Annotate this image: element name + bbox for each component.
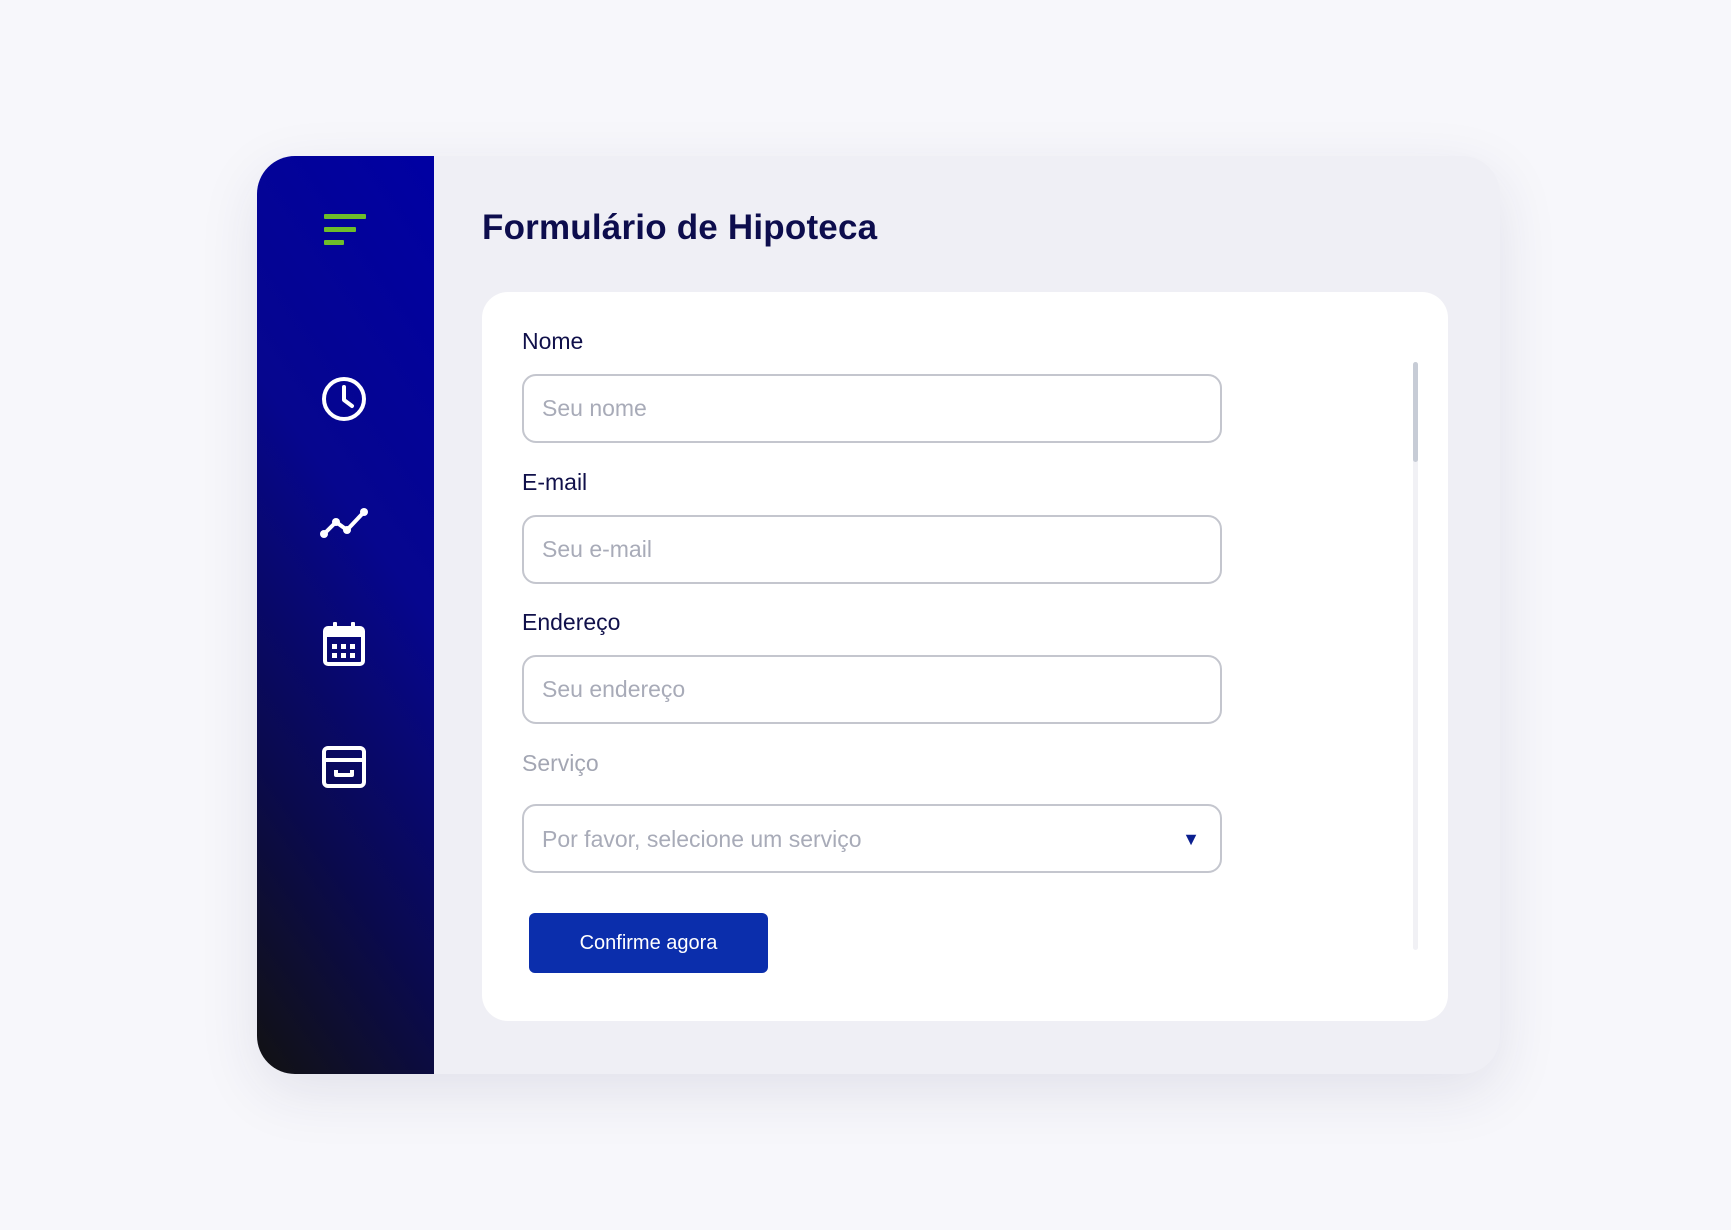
mortgage-form-card: Nome E-mail Endereço Serviço Por favor, … [482,292,1448,1021]
menu-icon[interactable] [324,212,368,248]
service-select-value: Por favor, selecione um serviço [542,826,862,852]
trend-line-icon[interactable] [319,496,369,546]
address-label: Endereço [522,609,621,635]
name-input[interactable] [522,374,1222,443]
calendar-icon[interactable] [319,620,369,670]
email-input[interactable] [522,515,1222,584]
address-input[interactable] [522,655,1222,724]
app-window: Formulário de Hipoteca Nome E-mail Ender… [257,156,1500,1074]
confirm-button[interactable]: Confirme agora [529,913,768,973]
page-title: Formulário de Hipoteca [482,208,878,247]
sidebar [257,156,434,1074]
email-label: E-mail [522,469,588,495]
archive-box-icon[interactable] [319,742,369,792]
scrollbar-thumb[interactable] [1413,362,1418,462]
name-label: Nome [522,328,584,354]
clock-icon[interactable] [319,374,369,424]
service-select[interactable]: Por favor, selecione um serviço ▼ [522,804,1222,873]
service-label: Serviço [522,750,599,776]
main-content: Formulário de Hipoteca Nome E-mail Ender… [434,156,1500,1074]
scrollbar-track[interactable] [1413,362,1418,950]
chevron-down-icon: ▼ [1182,829,1200,849]
